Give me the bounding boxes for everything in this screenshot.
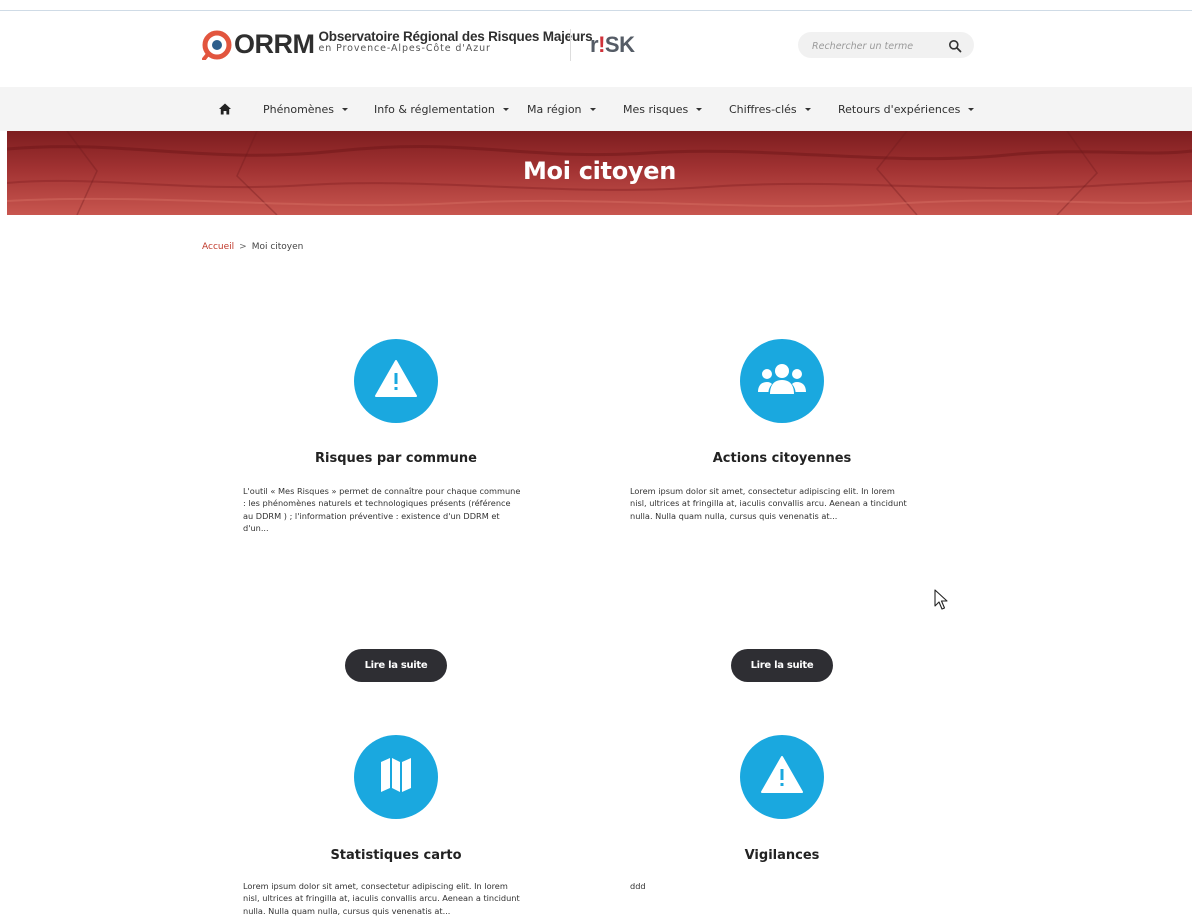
caret-down-icon	[804, 107, 811, 111]
nav-chiffres-cles[interactable]: Chiffres-clés	[729, 87, 811, 131]
nav-info-reglementation[interactable]: Info & réglementation	[374, 87, 509, 131]
read-more-button[interactable]: Lire la suite	[731, 649, 833, 682]
card-title: Vigilances	[744, 848, 820, 863]
page-title: Moi citoyen	[522, 157, 677, 185]
risk-logo-suffix: SK	[604, 32, 635, 57]
nav-label: Chiffres-clés	[729, 102, 797, 116]
search-input[interactable]	[810, 36, 944, 56]
nav-home[interactable]	[218, 87, 232, 131]
nav-label: Ma région	[527, 102, 582, 116]
search-icon[interactable]	[948, 38, 962, 53]
card-description: ddd	[630, 880, 945, 892]
card-title: Actions citoyennes	[712, 451, 852, 466]
orrm-logo-mark	[202, 30, 232, 61]
nav-label: Phénomènes	[263, 102, 335, 116]
nav-phenomenes[interactable]: Phénomènes	[263, 87, 349, 131]
logo-title: Observatoire Régional des Risques Majeur…	[318, 28, 593, 44]
card-text-line: d'un...	[243, 523, 269, 534]
risk-logo-prefix: r	[590, 32, 599, 57]
card-title: Statistiques carto	[330, 848, 462, 863]
warning-icon	[760, 755, 804, 799]
read-more-button[interactable]: Lire la suite	[345, 649, 447, 682]
logo-divider	[570, 29, 571, 61]
card-text-line: nulla. Nulla quam nulla, cursus quis ven…	[243, 905, 451, 916]
home-icon	[218, 102, 232, 116]
main-nav: Phénomènes Info & réglementation Ma régi…	[0, 87, 1192, 131]
card-icon-circle	[740, 735, 824, 819]
page-banner: Moi citoyen	[7, 131, 1192, 215]
card-icon-circle	[740, 339, 824, 423]
card-description: Lorem ipsum dolor sit amet, consectetur …	[243, 880, 558, 917]
breadcrumb-current: Moi citoyen	[251, 242, 304, 252]
card-text-line: ddd	[630, 881, 646, 891]
card-text-line: nisl, ultrices at fringilla at, iaculis …	[630, 498, 907, 509]
logo-acronym: ORRM	[234, 29, 315, 59]
breadcrumb: Accueil > Moi citoyen	[202, 242, 303, 252]
nav-retours-experiences[interactable]: Retours d'expériences	[838, 87, 975, 131]
risk-logo[interactable]: r!SK	[590, 32, 635, 58]
site-header: ORRM Observatoire Régional des Risques M…	[0, 11, 1192, 87]
search-box	[798, 32, 974, 58]
breadcrumb-separator: >	[239, 242, 247, 252]
card-description: L'outil « Mes Risques » permet de connaî…	[243, 485, 558, 535]
card-text-line: nisl, ultrices at fringilla at, iaculis …	[243, 893, 520, 904]
card-text-line: Lorem ipsum dolor sit amet, consectetur …	[243, 881, 508, 891]
nav-ma-region[interactable]: Ma région	[527, 87, 596, 131]
caret-down-icon	[589, 107, 596, 111]
card-text-line: L'outil « Mes Risques » permet de connaî…	[243, 486, 521, 496]
risk-logo-bang: !	[598, 32, 605, 57]
mouse-cursor-icon	[934, 589, 950, 611]
card-icon-circle	[354, 735, 438, 819]
card-title: Risques par commune	[315, 451, 477, 466]
caret-down-icon	[502, 107, 509, 111]
caret-down-icon	[696, 107, 703, 111]
logo-text: Observatoire Régional des Risques Majeur…	[318, 28, 593, 54]
nav-mes-risques[interactable]: Mes risques	[623, 87, 703, 131]
card-icon-circle	[354, 339, 438, 423]
nav-label: Mes risques	[623, 102, 689, 116]
users-icon	[757, 362, 807, 400]
card-text-line: au DDRM ) ; l'information préventive : e…	[243, 510, 500, 521]
nav-label: Info & réglementation	[374, 102, 495, 116]
caret-down-icon	[968, 107, 975, 111]
nav-label: Retours d'expériences	[838, 102, 961, 116]
card-text-line: Lorem ipsum dolor sit amet, consectetur …	[630, 486, 895, 496]
logo-subtitle: en Provence-Alpes-Côte d'Azur	[318, 43, 491, 54]
caret-down-icon	[342, 107, 349, 111]
card-text-line: nulla. Nulla quam nulla, cursus quis ven…	[630, 510, 838, 521]
card-text-line: : les phénomènes naturels et technologiq…	[243, 498, 511, 509]
map-icon	[379, 756, 413, 798]
card-description: Lorem ipsum dolor sit amet, consectetur …	[630, 485, 945, 522]
orrm-logo[interactable]: ORRM Observatoire Régional des Risques M…	[202, 28, 593, 61]
warning-icon	[374, 359, 418, 403]
breadcrumb-home-link[interactable]: Accueil	[202, 242, 234, 252]
